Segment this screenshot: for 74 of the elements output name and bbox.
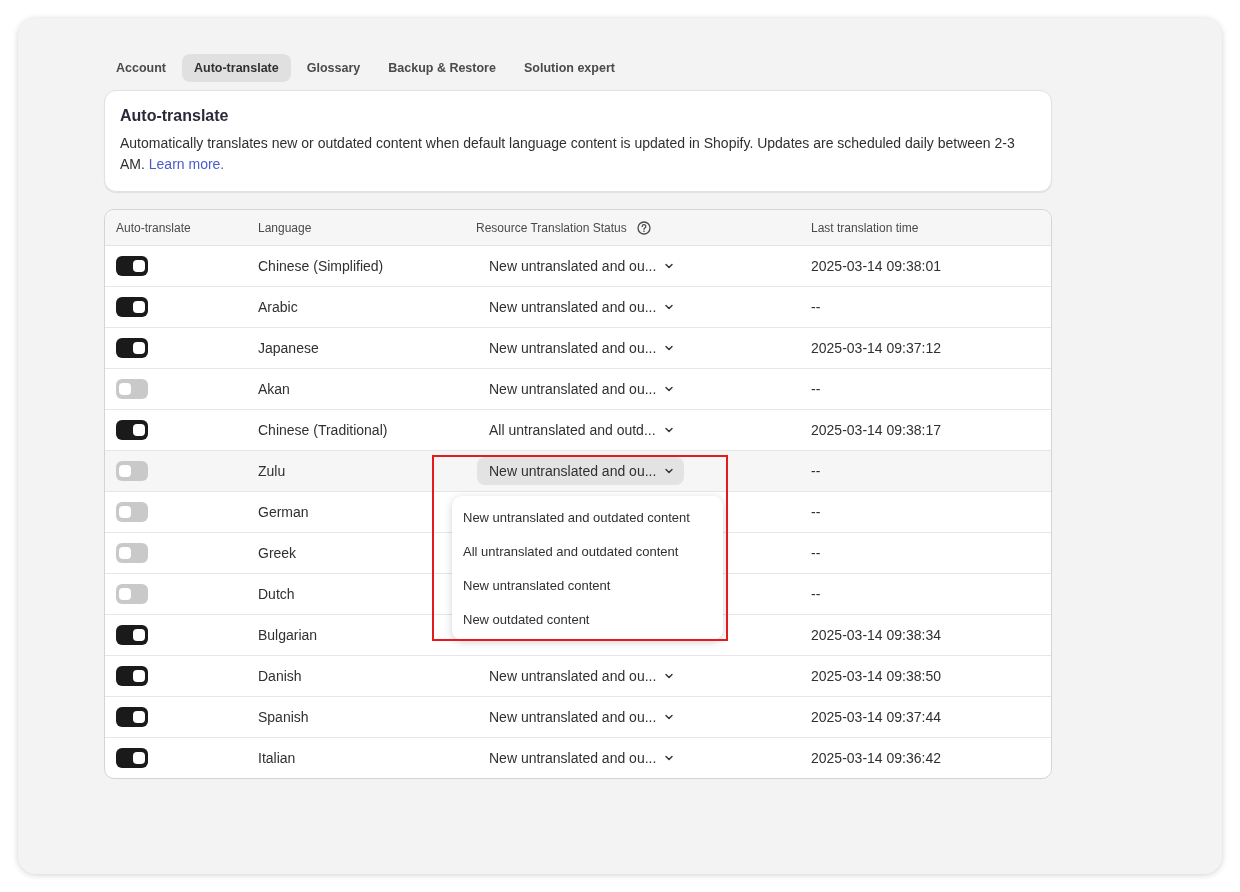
menu-option[interactable]: New untranslated content bbox=[452, 568, 723, 602]
tab[interactable]: Backup & Restore bbox=[376, 54, 508, 82]
last-translation-time: -- bbox=[811, 545, 821, 561]
last-translation-time: 2025-03-14 09:38:01 bbox=[811, 258, 941, 274]
language-name: Chinese (Simplified) bbox=[258, 258, 384, 274]
last-translation-time: 2025-03-14 09:38:17 bbox=[811, 422, 941, 438]
toggle-switch[interactable] bbox=[116, 256, 148, 276]
toggle-switch[interactable] bbox=[116, 666, 148, 686]
status-dropdown[interactable]: New untranslated and ou... bbox=[477, 375, 685, 403]
status-dropdown[interactable]: New untranslated and ou... bbox=[477, 703, 685, 731]
chevron-down-icon bbox=[664, 384, 675, 394]
tab[interactable]: Solution expert bbox=[511, 54, 627, 82]
status-dropdown[interactable]: New untranslated and ou... bbox=[477, 457, 685, 485]
tab[interactable]: Glossary bbox=[294, 54, 373, 82]
chevron-down-icon bbox=[664, 712, 675, 722]
status-dropdown[interactable]: All untranslated and outd... bbox=[477, 416, 684, 444]
card-description: Automatically translates new or outdated content when default language content is updated in Shopify. Updates are scheduled daily between 2-3 AM. Learn more. bbox=[120, 134, 1016, 174]
toggle-switch[interactable] bbox=[116, 502, 148, 522]
language-name: Spanish bbox=[258, 709, 309, 725]
language-name: Akan bbox=[258, 381, 290, 397]
status-dropdown[interactable]: New untranslated and ou... bbox=[477, 744, 685, 772]
language-name: Zulu bbox=[258, 463, 286, 479]
chevron-down-icon bbox=[664, 466, 675, 476]
language-name: Chinese (Traditional) bbox=[258, 422, 388, 438]
last-translation-time: 2025-03-14 09:38:50 bbox=[811, 668, 941, 684]
last-translation-time: -- bbox=[811, 463, 821, 479]
chevron-down-icon bbox=[664, 302, 675, 312]
last-translation-time: -- bbox=[811, 299, 821, 315]
toggle-switch[interactable] bbox=[116, 420, 148, 440]
language-name: Japanese bbox=[258, 340, 319, 356]
column-header: Auto-translate bbox=[115, 220, 192, 235]
toggle-switch[interactable] bbox=[116, 338, 148, 358]
learn-more-link[interactable]: Learn more. bbox=[148, 156, 225, 172]
help-icon[interactable] bbox=[636, 220, 651, 235]
chevron-down-icon bbox=[663, 425, 674, 435]
toggle-switch[interactable] bbox=[116, 707, 148, 727]
tab[interactable]: Auto-translate bbox=[182, 54, 291, 82]
last-translation-time: 2025-03-14 09:38:34 bbox=[811, 627, 941, 643]
menu-option[interactable]: New outdated content bbox=[452, 602, 723, 636]
toggle-switch[interactable] bbox=[116, 625, 148, 645]
chevron-down-icon bbox=[664, 343, 675, 353]
card-title: Auto-translate bbox=[120, 107, 230, 125]
chevron-down-icon bbox=[664, 261, 675, 271]
toggle-switch[interactable] bbox=[116, 297, 148, 317]
toggle-switch[interactable] bbox=[116, 379, 148, 399]
language-name: Dutch bbox=[258, 586, 295, 602]
language-name: Italian bbox=[258, 750, 296, 766]
language-name: Greek bbox=[258, 545, 297, 561]
language-name: Danish bbox=[258, 668, 302, 684]
last-translation-time: 2025-03-14 09:36:42 bbox=[811, 750, 941, 766]
last-translation-time: -- bbox=[811, 504, 821, 520]
status-dropdown[interactable]: New untranslated and ou... bbox=[477, 293, 685, 321]
chevron-down-icon bbox=[664, 671, 675, 681]
toggle-switch[interactable] bbox=[116, 461, 148, 481]
toggle-switch[interactable] bbox=[116, 543, 148, 563]
column-header: Language bbox=[257, 220, 313, 235]
toggle-switch[interactable] bbox=[116, 748, 148, 768]
last-translation-time: 2025-03-14 09:37:44 bbox=[811, 709, 941, 725]
chevron-down-icon bbox=[664, 753, 675, 763]
status-dropdown[interactable]: New untranslated and ou... bbox=[477, 662, 685, 690]
column-header: Last translation time bbox=[810, 220, 920, 235]
menu-option[interactable]: All untranslated and outdated content bbox=[452, 534, 723, 568]
last-translation-time: 2025-03-14 09:37:12 bbox=[811, 340, 941, 356]
last-translation-time: -- bbox=[811, 381, 821, 397]
language-name: German bbox=[258, 504, 309, 520]
language-name: Bulgarian bbox=[258, 627, 318, 643]
menu-option[interactable]: New untranslated and outdated content bbox=[452, 500, 723, 534]
language-name: Arabic bbox=[258, 299, 298, 315]
toggle-switch[interactable] bbox=[116, 584, 148, 604]
tab[interactable]: Account bbox=[104, 54, 178, 82]
status-dropdown[interactable]: New untranslated and ou... bbox=[477, 252, 685, 280]
column-header: Resource Translation Status bbox=[476, 220, 627, 235]
last-translation-time: -- bbox=[811, 586, 821, 602]
status-dropdown[interactable]: New untranslated and ou... bbox=[477, 334, 685, 362]
